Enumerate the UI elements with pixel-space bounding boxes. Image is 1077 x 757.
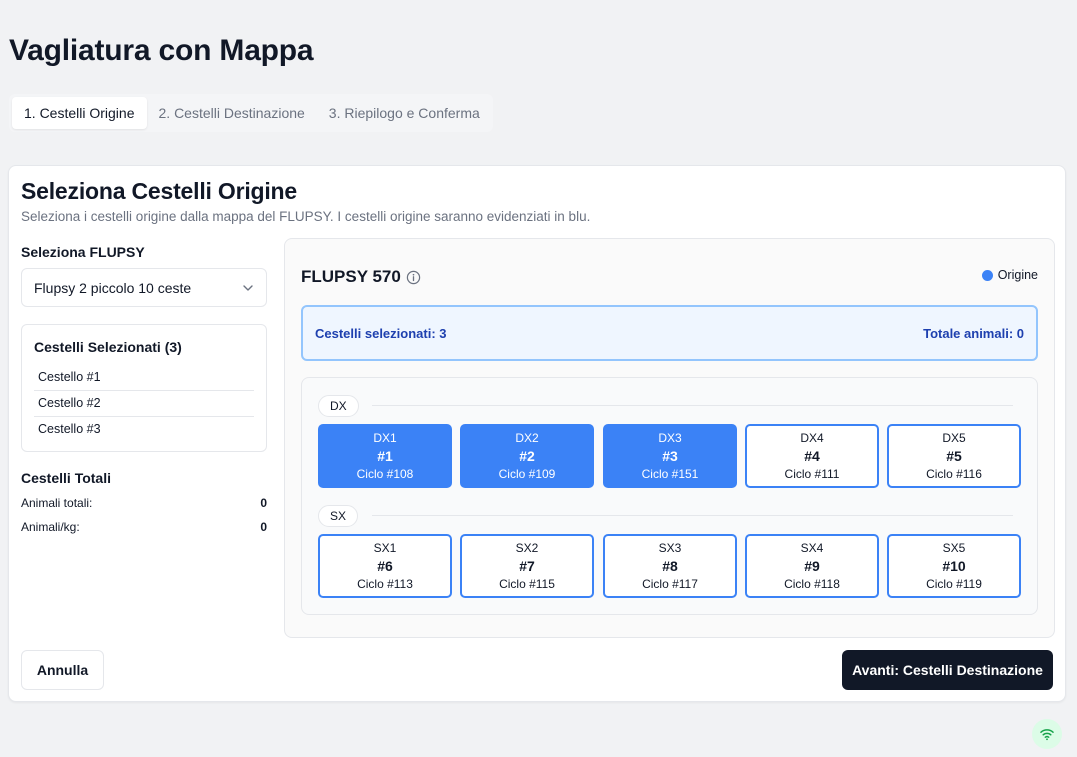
left-panel: Seleziona FLUPSY Flupsy 2 piccolo 10 ces…	[21, 244, 267, 534]
flupsy-select-value: Flupsy 2 piccolo 10 ceste	[34, 279, 192, 296]
basket-cycle: Ciclo #108	[356, 467, 414, 481]
summary-total-animals: Totale animali: 0	[923, 325, 1024, 341]
row-label-dx: DX	[318, 395, 359, 417]
flupsy-name: FLUPSY 570	[301, 267, 401, 286]
basket-position: SX1	[373, 541, 397, 555]
tab-cestelli-origine[interactable]: 1. Cestelli Origine	[12, 97, 147, 129]
totals-title: Cestelli Totali	[21, 470, 111, 486]
legend: Origine	[981, 268, 1038, 282]
total-animals-row: Animali totali: 0	[21, 496, 267, 510]
basket-dx1[interactable]: DX1 #1 Ciclo #108	[318, 424, 452, 488]
total-animals-label: Animali totali:	[21, 496, 93, 510]
legend-origin-label: Origine	[997, 268, 1038, 282]
info-icon[interactable]	[406, 270, 421, 285]
basket-number: #5	[946, 448, 962, 464]
basket-position: DX1	[373, 431, 397, 445]
flupsy-name-heading: FLUPSY 570	[301, 267, 421, 287]
basket-dx5[interactable]: DX5 #5 Ciclo #116	[887, 424, 1021, 488]
selected-basket-item: Cestello #2	[34, 391, 254, 417]
basket-cycle: Ciclo #118	[784, 577, 840, 591]
basket-position: SX4	[800, 541, 824, 555]
basket-position: DX4	[800, 431, 824, 445]
selection-summary-banner: Cestelli selezionati: 3 Totale animali: …	[301, 305, 1038, 361]
origin-selection-card: Seleziona Cestelli Origine Seleziona i c…	[8, 165, 1066, 702]
wifi-icon	[1040, 729, 1054, 741]
row-label-sx: SX	[318, 505, 359, 527]
connection-status-indicator[interactable]	[1032, 719, 1062, 749]
basket-dx2[interactable]: DX2 #2 Ciclo #109	[460, 424, 594, 488]
basket-position: SX2	[515, 541, 539, 555]
basket-cycle: Ciclo #115	[499, 577, 555, 591]
basket-cycle: Ciclo #117	[642, 577, 698, 591]
summary-selected-count: Cestelli selezionati: 3	[315, 325, 447, 341]
tab-cestelli-destinazione[interactable]: 2. Cestelli Destinazione	[147, 97, 317, 129]
animals-per-kg-row: Animali/kg: 0	[21, 520, 267, 534]
basket-number: #1	[377, 448, 393, 464]
flupsy-select[interactable]: Flupsy 2 piccolo 10 ceste	[21, 268, 267, 307]
selected-baskets-title: Cestelli Selezionati (3)	[34, 339, 182, 355]
basket-sx4[interactable]: SX4 #9 Ciclo #118	[745, 534, 879, 598]
basket-number: #6	[377, 558, 393, 574]
basket-cycle: Ciclo #113	[357, 577, 413, 591]
basket-position: SX3	[658, 541, 682, 555]
tab-riepilogo-conferma[interactable]: 3. Riepilogo e Conferma	[317, 97, 492, 129]
basket-sx2[interactable]: SX2 #7 Ciclo #115	[460, 534, 594, 598]
basket-number: #4	[804, 448, 820, 464]
card-title: Seleziona Cestelli Origine	[21, 178, 297, 204]
flupsy-map-panel: FLUPSY 570 Origine Cestelli selezionati:…	[284, 238, 1055, 638]
basket-number: #8	[662, 558, 678, 574]
basket-dx3[interactable]: DX3 #3 Ciclo #151	[603, 424, 737, 488]
basket-number: #9	[804, 558, 820, 574]
total-animals-value: 0	[260, 496, 267, 510]
basket-grid: DX DX1 #1 Ciclo #108 DX2 #2 Ciclo #109 D…	[301, 377, 1038, 615]
animals-per-kg-label: Animali/kg:	[21, 520, 80, 534]
basket-position: SX5	[942, 541, 966, 555]
basket-number: #7	[519, 558, 535, 574]
page-title: Vagliatura con Mappa	[9, 34, 314, 67]
basket-cycle: Ciclo #116	[926, 467, 982, 481]
basket-number: #3	[662, 448, 678, 464]
row-divider	[372, 515, 1013, 516]
basket-sx3[interactable]: SX3 #8 Ciclo #117	[603, 534, 737, 598]
selected-baskets-box: Cestelli Selezionati (3) Cestello #1 Ces…	[21, 324, 267, 452]
animals-per-kg-value: 0	[260, 520, 267, 534]
totals-section: Cestelli Totali Animali totali: 0 Animal…	[21, 470, 267, 534]
step-tabs: 1. Cestelli Origine 2. Cestelli Destinaz…	[9, 94, 493, 132]
basket-number: #10	[942, 558, 966, 574]
legend-origin-dot	[981, 269, 993, 281]
cancel-button[interactable]: Annulla	[21, 650, 104, 690]
selected-basket-item: Cestello #3	[38, 422, 101, 436]
basket-number: #2	[519, 448, 535, 464]
next-destination-button[interactable]: Avanti: Cestelli Destinazione	[842, 650, 1053, 690]
basket-position: DX3	[658, 431, 682, 445]
selected-basket-item: Cestello #1	[34, 365, 254, 391]
basket-sx5[interactable]: SX5 #10 Ciclo #119	[887, 534, 1021, 598]
basket-cycle: Ciclo #109	[498, 467, 556, 481]
basket-position: DX5	[942, 431, 966, 445]
basket-cycle: Ciclo #111	[784, 467, 840, 481]
basket-cycle: Ciclo #151	[641, 467, 699, 481]
basket-dx4[interactable]: DX4 #4 Ciclo #111	[745, 424, 879, 488]
card-description: Seleziona i cestelli origine dalla mappa…	[21, 209, 591, 224]
basket-sx1[interactable]: SX1 #6 Ciclo #113	[318, 534, 452, 598]
row-divider	[372, 405, 1013, 406]
basket-position: DX2	[515, 431, 539, 445]
basket-cycle: Ciclo #119	[926, 577, 982, 591]
flupsy-select-label: Seleziona FLUPSY	[21, 244, 145, 260]
chevron-down-icon	[243, 284, 253, 291]
